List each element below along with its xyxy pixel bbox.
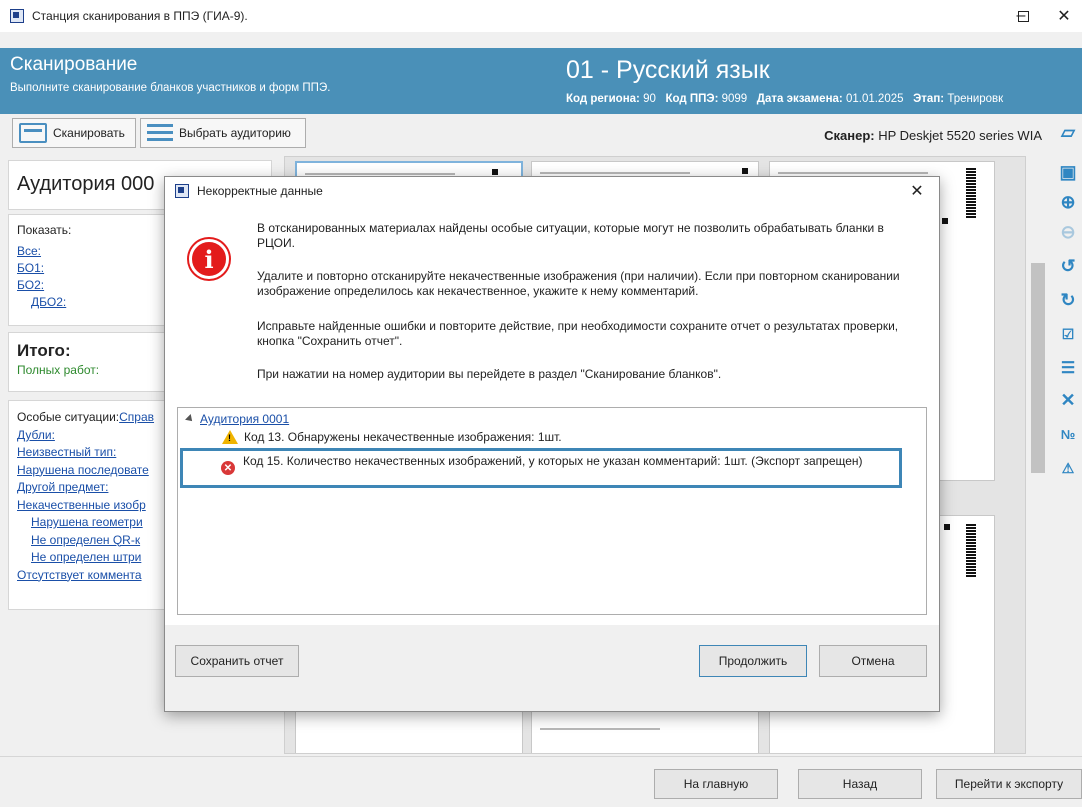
tree-item-code13-label: Код 13. Обнаружены некачественные изобра… xyxy=(244,430,562,444)
list-icon xyxy=(147,122,173,144)
back-button[interactable]: Назад xyxy=(798,769,922,799)
scanner-label: Сканер: xyxy=(824,128,875,143)
no-comment-link[interactable]: Отсутствует коммента xyxy=(17,568,142,582)
cancel-button[interactable]: Отмена xyxy=(819,645,927,677)
scan-button[interactable]: Сканировать xyxy=(12,118,136,148)
show-bo1-link[interactable]: БО1: xyxy=(17,261,44,275)
scanner-icon xyxy=(19,123,47,143)
save-report-button[interactable]: Сохранить отчет xyxy=(175,645,299,677)
bottom-bar: На главную Назад Перейти к экспорту xyxy=(0,756,1082,807)
subject-title: 01 - Русский язык xyxy=(566,56,770,84)
other-subject-link[interactable]: Другой предмет: xyxy=(17,480,108,494)
page-title: Сканирование xyxy=(10,54,138,75)
auditorium-link[interactable]: Аудитория 0001 xyxy=(200,412,289,426)
close-window-button[interactable]: ✕ xyxy=(1046,0,1082,32)
dialog-title: Некорректные данные xyxy=(197,184,323,198)
comment-icon[interactable]: ☰ xyxy=(1056,356,1080,380)
exam-meta: Код региона: 90 Код ППЭ: 9099 Дата экзам… xyxy=(566,93,1003,105)
app-icon xyxy=(175,184,189,198)
order-violation-link[interactable]: Нарушена последовате xyxy=(17,463,149,477)
dialog-message-2: Удалите и повторно отсканируйте некачест… xyxy=(257,269,900,298)
show-dbo2-link[interactable]: ДБО2: xyxy=(31,295,66,309)
scan-button-label: Сканировать xyxy=(53,126,125,140)
zoom-in-icon[interactable]: ⊕ xyxy=(1056,190,1080,214)
maximize-button[interactable] xyxy=(1000,0,1046,32)
continue-button[interactable]: Продолжить xyxy=(699,645,807,677)
checklist-icon[interactable]: ☑ xyxy=(1056,322,1080,346)
home-button[interactable]: На главную xyxy=(654,769,778,799)
duplicates-link[interactable]: Дубли: xyxy=(17,428,55,442)
rotate-left-icon[interactable]: ↺ xyxy=(1056,254,1080,278)
maximize-icon xyxy=(1017,10,1029,22)
geometry-link[interactable]: Нарушена геометри xyxy=(31,515,143,529)
go-to-export-button[interactable]: Перейти к экспорту xyxy=(936,769,1082,799)
select-auditorium-label: Выбрать аудиторию xyxy=(179,126,291,140)
window-title: Станция сканирования в ППЭ (ГИА-9). xyxy=(32,9,248,23)
vertical-scrollbar[interactable] xyxy=(1028,158,1048,754)
error-small-icon: ✕ xyxy=(221,461,235,475)
tree-item-code13[interactable]: ! Код 13. Обнаружены некачественные изоб… xyxy=(222,430,562,444)
date-value: 01.01.2025 xyxy=(845,93,904,105)
scanner-info: Сканер: HP Deskjet 5520 series WIA xyxy=(824,128,1042,143)
tree-item-code15-label: Код 15. Количество некачественных изобра… xyxy=(243,454,863,468)
show-bo2-link[interactable]: БО2: xyxy=(17,278,44,292)
tree-item-code15[interactable]: ✕ Код 15. Количество некачественных изоб… xyxy=(180,448,902,488)
help-link[interactable]: Справ xyxy=(119,410,154,424)
scanner-value: HP Deskjet 5520 series WIA xyxy=(878,128,1042,143)
expand-icon[interactable] xyxy=(185,414,195,424)
number-icon[interactable]: № xyxy=(1056,422,1080,446)
region-value: 90 xyxy=(643,93,656,105)
dialog-close-button[interactable]: ✕ xyxy=(903,179,931,203)
view-page-icon[interactable]: ▣ xyxy=(1056,160,1080,184)
window-titlebar: Станция сканирования в ППЭ (ГИА-9). – ✕ xyxy=(0,0,1082,32)
issues-tree: Аудитория 0001 ! Код 13. Обнаружены нека… xyxy=(177,407,927,615)
stage-value: Тренировк xyxy=(947,93,1004,105)
qr-link[interactable]: Не определен QR-к xyxy=(31,533,140,547)
ppe-label: Код ППЭ: xyxy=(665,93,719,105)
toolbar: Сканировать Выбрать аудиторию Сканер: HP… xyxy=(0,114,1082,154)
dialog-message-3: Исправьте найденные ошибки и повторите д… xyxy=(257,319,899,348)
dialog-message-4: При нажатии на номер аудитории вы перейд… xyxy=(257,367,722,381)
scrollbar-thumb[interactable] xyxy=(1031,263,1045,473)
ppe-value: 9099 xyxy=(721,93,748,105)
zoom-out-icon[interactable]: ⊖ xyxy=(1056,220,1080,244)
low-quality-link[interactable]: Некачественные изобр xyxy=(17,498,146,512)
barcode-link[interactable]: Не определен штри xyxy=(31,550,141,564)
select-auditorium-button[interactable]: Выбрать аудиторию xyxy=(140,118,306,148)
app-icon xyxy=(10,9,24,23)
special-label: Особые ситуации: xyxy=(17,410,120,424)
tree-root[interactable]: Аудитория 0001 xyxy=(185,412,289,426)
unknown-type-link[interactable]: Неизвестный тип: xyxy=(17,445,116,459)
stage-label: Этап: xyxy=(913,93,945,105)
date-label: Дата экзамена: xyxy=(756,93,843,105)
scan-settings-icon[interactable]: ▱ xyxy=(1056,120,1080,144)
dialog-footer: Сохранить отчет Продолжить Отмена xyxy=(165,625,939,711)
region-label: Код региона: xyxy=(566,93,640,105)
alarm-icon[interactable]: ⚠ xyxy=(1056,456,1080,480)
page-header: Сканирование Выполните сканирование блан… xyxy=(0,48,1082,114)
incorrect-data-dialog: Некорректные данные ✕ i В отсканированны… xyxy=(164,176,940,712)
dialog-titlebar: Некорректные данные ✕ xyxy=(165,177,939,205)
page-subtitle: Выполните сканирование бланков участнико… xyxy=(10,82,331,94)
show-all-link[interactable]: Все: xyxy=(17,244,41,258)
delete-icon[interactable]: ✕ xyxy=(1056,388,1080,412)
error-icon: i xyxy=(189,239,229,279)
dialog-message-1: В отсканированных материалах найдены осо… xyxy=(257,221,884,250)
warning-icon: ! xyxy=(222,430,238,444)
rotate-right-icon[interactable]: ↻ xyxy=(1056,288,1080,312)
